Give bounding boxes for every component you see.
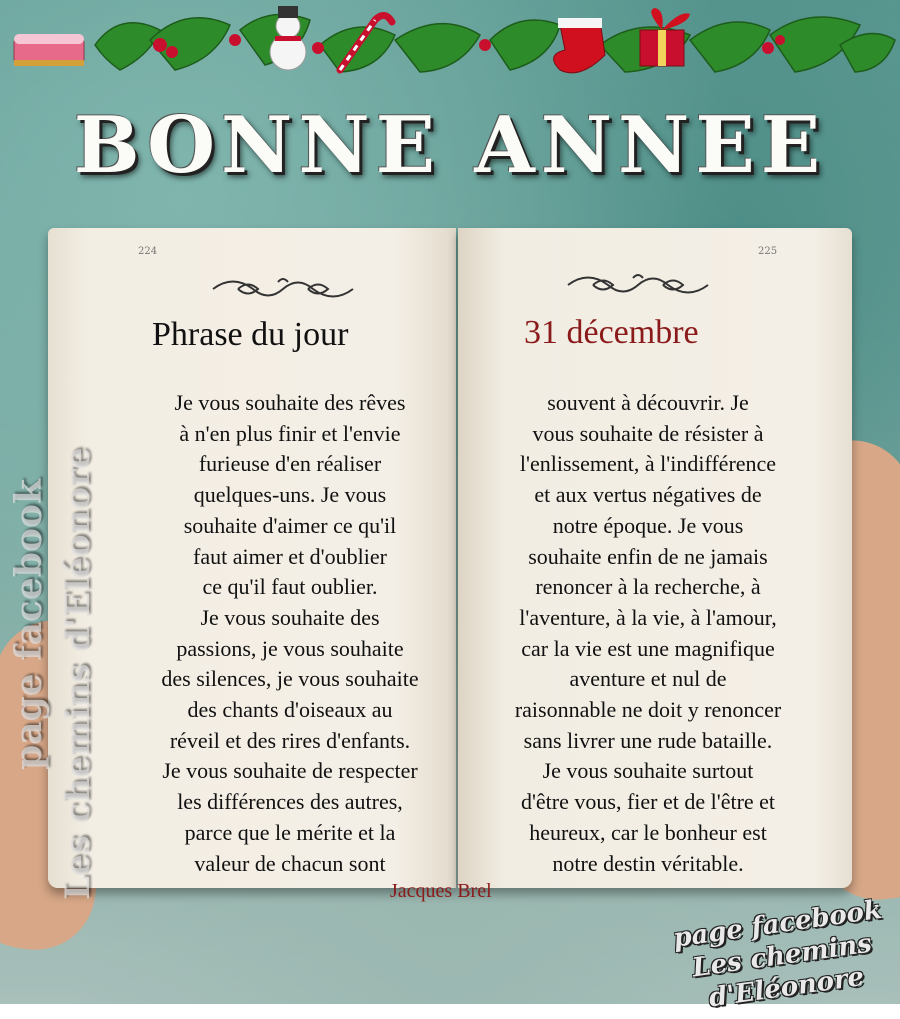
text-line: d'être vous, fier et de l'être et: [520, 789, 776, 815]
text-line: des chants d'oiseaux au: [187, 697, 393, 723]
text-line: l'enlissement, à l'indifférence: [519, 451, 777, 477]
greeting-title: BONNE ANNEE: [73, 100, 827, 191]
cake-icon: [13, 34, 85, 66]
right-page: 225 31 décembre souvent à découvrir. Je v…: [458, 228, 852, 888]
watermark-vertical-line2: Les chemins d'Eléonore: [58, 447, 98, 900]
text-line: faut aimer et d'oublier: [193, 543, 387, 569]
flourish-ornament: [567, 274, 709, 294]
text-line: quelques-uns. Je vous: [193, 482, 387, 508]
left-page: 224 Phrase du jour Je vous souhaite des …: [48, 228, 456, 888]
text-line: passions, je vous souhaite: [176, 635, 404, 661]
text-line: Je vous souhaite des: [200, 604, 380, 630]
text-line: des silences, je vous souhaite: [161, 666, 419, 692]
text-line: notre époque. Je vous: [552, 512, 744, 538]
christmas-garland: [13, 6, 896, 74]
watermark-vertical-line1: page facebook: [8, 479, 50, 770]
text-line: raisonnable ne doit y renoncer: [514, 697, 782, 723]
open-book: 224 Phrase du jour Je vous souhaite des …: [48, 228, 852, 902]
text-line: Je vous souhaite de respecter: [162, 758, 418, 784]
text-line: souhaite enfin de ne jamais: [528, 543, 768, 569]
text-line: l'aventure, à la vie, à l'amour,: [519, 604, 777, 630]
gift-icon: [639, 8, 690, 67]
right-text-column: souvent à découvrir. Je vous souhaite de …: [458, 388, 838, 879]
text-line: car la vie est une magnifique: [521, 635, 775, 661]
text-line: souvent à découvrir. Je: [547, 390, 749, 415]
text-line: aventure et nul de: [569, 666, 727, 692]
text-line: notre destin véritable.: [552, 850, 744, 876]
text-line: furieuse d'en réaliser: [198, 451, 382, 477]
text-line: et aux vertus négatives de: [534, 482, 762, 508]
flourish-ornament: [212, 278, 354, 298]
text-line: Je vous souhaite surtout: [542, 758, 754, 784]
text-line: ce qu'il faut oublier.: [202, 574, 378, 600]
stocking-icon: [553, 18, 606, 74]
text-line: valeur de chacun sont: [194, 850, 386, 876]
text-line: souhaite d'aimer ce qu'il: [183, 512, 397, 538]
left-page-number: 224: [138, 246, 158, 257]
text-line: renoncer à la recherche, à: [535, 574, 761, 600]
page-heading: Phrase du jour: [152, 316, 349, 353]
text-line: parce que le mérite et la: [184, 819, 396, 845]
text-line: les différences des autres,: [177, 789, 403, 815]
left-text-column: Je vous souhaite des rêves à n'en plus fi…: [112, 388, 468, 879]
text-line: heureux, car le bonheur est: [529, 819, 767, 845]
text-line: vous souhaite de résister à: [532, 420, 764, 446]
date-heading: 31 décembre: [524, 314, 699, 351]
text-line: sans livrer une rude bataille.: [523, 727, 773, 753]
text-line: Je vous souhaite des rêves: [174, 390, 406, 415]
author-name: Jacques Brel: [390, 880, 492, 902]
right-page-number: 225: [758, 246, 778, 257]
text-line: réveil et des rires d'enfants.: [169, 727, 411, 753]
text-line: à n'en plus finir et l'envie: [179, 420, 401, 446]
